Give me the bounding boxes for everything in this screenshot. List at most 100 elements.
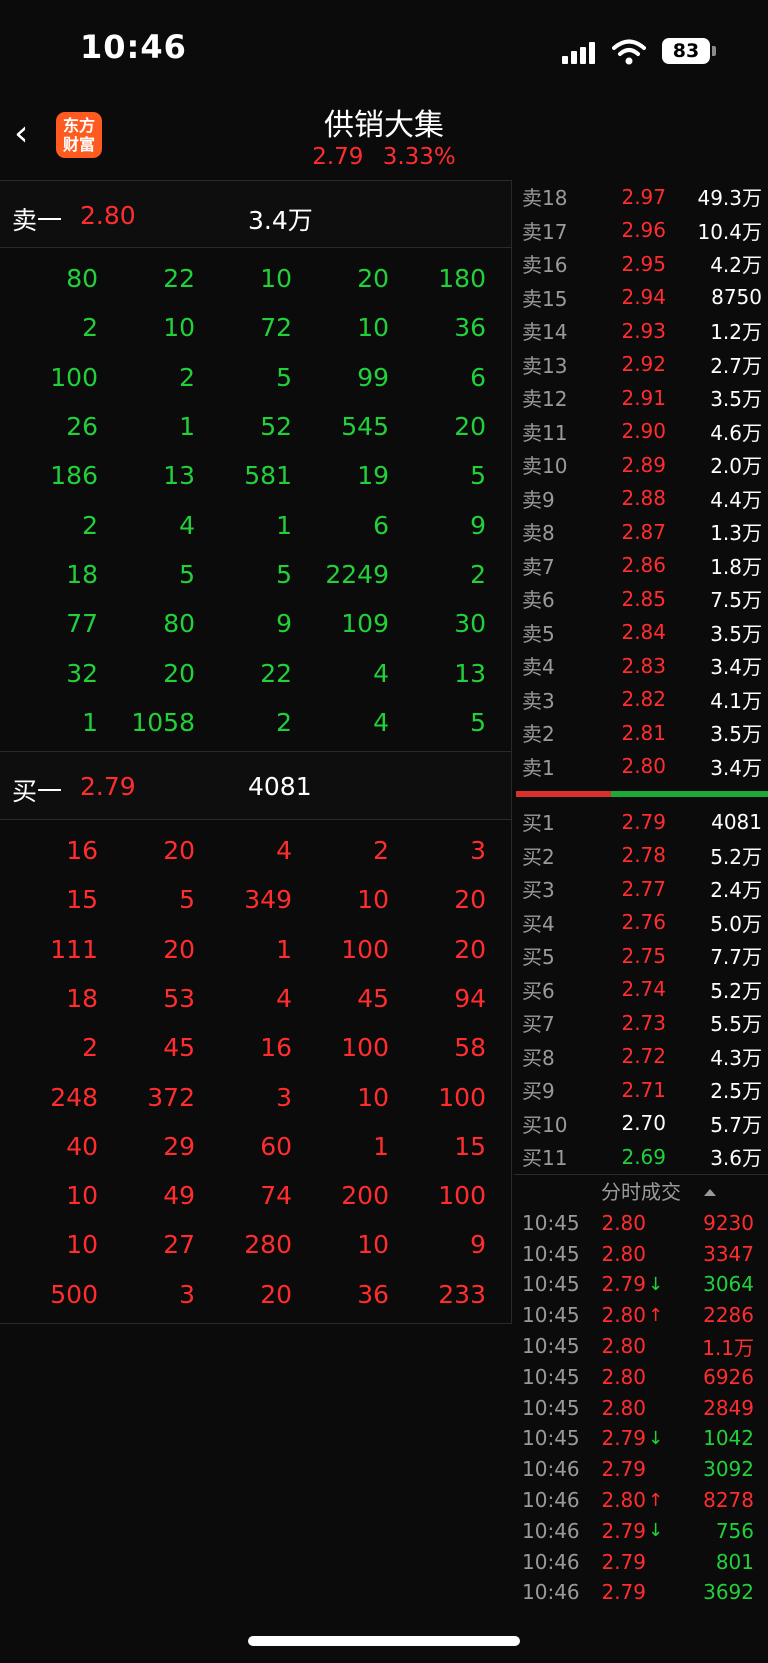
buy-level-price: 2.71 (621, 1077, 666, 1102)
order-size-cell: 60 (260, 1131, 292, 1161)
sell-level-row[interactable]: 卖4 2.83 3.4万 (514, 649, 768, 683)
order-size-cell: 9 (470, 1230, 486, 1260)
order-size-cell: 10 (66, 1181, 98, 1211)
trade-row: 10:46 2.80 ↑ 8278 (514, 1485, 768, 1516)
buy-level-row[interactable]: 买1 2.79 4081 (514, 805, 768, 839)
sell-level-row[interactable]: 卖9 2.88 4.4万 (514, 482, 768, 516)
sell-level-row[interactable]: 卖13 2.92 2.7万 (514, 348, 768, 382)
buy-level-label: 买9 (522, 1079, 555, 1104)
sell-level-row[interactable]: 卖18 2.97 49.3万 (514, 180, 768, 214)
order-size-cell: 94 (454, 984, 486, 1013)
sell-level-row[interactable]: 卖14 2.93 1.2万 (514, 314, 768, 348)
battery-icon: 83 (662, 38, 710, 64)
order-size-cell: 77 (66, 609, 98, 639)
sell-level-row[interactable]: 卖17 2.96 10.4万 (514, 214, 768, 248)
order-size-cell: 186 (50, 461, 98, 491)
buy-level-row[interactable]: 买2 2.78 5.2万 (514, 839, 768, 873)
order-queue-panel: 卖一 2.80 3.4万 80 22 10 20 180 2 10 72 10 36 100 2 5 99… (0, 180, 512, 1324)
buy-level-row[interactable]: 买4 2.76 5.0万 (514, 906, 768, 940)
order-size-cell: 100 (438, 1082, 486, 1112)
trade-volume: 3064 (703, 1272, 754, 1297)
order-size-cell: 1 (276, 510, 292, 540)
trade-volume: 1042 (703, 1426, 754, 1451)
ask1-summary[interactable]: 卖一 2.80 3.4万 (0, 180, 512, 248)
order-queue-row: 10 49 74 200 100 (0, 1171, 511, 1220)
sell-level-price: 2.86 (621, 553, 666, 578)
order-queue-row: 248 372 3 10 100 (0, 1072, 511, 1121)
order-queue-row: 15 5 349 10 20 (0, 875, 511, 924)
buy-level-label: 买4 (522, 911, 555, 936)
order-size-cell: 10 (163, 313, 195, 343)
order-size-cell: 72 (260, 313, 292, 343)
trade-price: 2.79 (601, 1272, 646, 1297)
sell-level-row[interactable]: 卖16 2.95 4.2万 (514, 247, 768, 281)
trade-row: 10:45 2.80 ↑ 2286 (514, 1300, 768, 1331)
buy-level-row[interactable]: 买5 2.75 7.7万 (514, 939, 768, 973)
trade-time: 10:45 (522, 1272, 580, 1297)
cellular-signal-icon (562, 42, 596, 64)
buy-level-row[interactable]: 买3 2.77 2.4万 (514, 872, 768, 906)
sell-level-label: 卖6 (522, 588, 555, 613)
sell-level-row[interactable]: 卖7 2.86 1.8万 (514, 549, 768, 583)
buy-level-volume: 2.4万 (710, 878, 762, 903)
sell-level-row[interactable]: 卖3 2.82 4.1万 (514, 683, 768, 717)
order-queue-row: 16 20 4 2 3 (0, 826, 511, 875)
buy-level-row[interactable]: 买6 2.74 5.2万 (514, 973, 768, 1007)
sell-level-row[interactable]: 卖1 2.80 3.4万 (514, 750, 768, 784)
trades-header[interactable]: 分时成交 (514, 1173, 768, 1208)
order-size-cell: 22 (260, 658, 292, 688)
buy-level-row[interactable]: 买10 2.70 5.7万 (514, 1107, 768, 1141)
sell-level-row[interactable]: 卖2 2.81 3.5万 (514, 716, 768, 750)
arrow-up-icon: ↑ (648, 1489, 664, 1511)
order-size-cell: 2 (82, 510, 98, 540)
home-indicator[interactable] (248, 1636, 520, 1646)
sell-level-row[interactable]: 卖15 2.94 8750 (514, 281, 768, 315)
buy-level-row[interactable]: 买11 2.69 3.6万 (514, 1140, 768, 1174)
sell-level-row[interactable]: 卖10 2.89 2.0万 (514, 448, 768, 482)
buy-level-row[interactable]: 买7 2.73 5.5万 (514, 1006, 768, 1040)
sell-level-volume: 2.0万 (710, 454, 762, 479)
buy-level-row[interactable]: 买8 2.72 4.3万 (514, 1040, 768, 1074)
order-size-cell: 200 (341, 1181, 389, 1211)
trade-time: 10:45 (522, 1241, 580, 1266)
buy-level-price: 2.77 (621, 876, 666, 901)
order-size-cell: 10 (66, 1230, 98, 1260)
order-size-cell: 4 (373, 658, 389, 688)
trade-time: 10:46 (522, 1549, 580, 1574)
sell-level-volume: 49.3万 (697, 186, 762, 211)
buy-level-price: 2.75 (621, 943, 666, 968)
order-size-cell: 349 (244, 885, 292, 915)
buy-level-row[interactable]: 买9 2.71 2.5万 (514, 1073, 768, 1107)
order-size-cell: 58 (454, 1033, 486, 1063)
order-size-cell: 13 (163, 461, 195, 491)
order-size-cell: 1 (276, 934, 292, 964)
trade-row: 10:45 2.79 ↓ 1042 (514, 1423, 768, 1454)
order-size-cell: 19 (357, 461, 389, 491)
trade-price: 2.79 (601, 1457, 646, 1482)
order-size-cell: 9 (470, 510, 486, 540)
sell-level-volume: 1.2万 (710, 320, 762, 345)
sell-level-volume: 4.1万 (710, 688, 762, 713)
trade-volume: 3092 (703, 1457, 754, 1482)
stock-quote: 2.79 3.33% (0, 144, 768, 170)
trade-time: 10:45 (522, 1364, 580, 1389)
battery-tip (712, 46, 716, 56)
buy-level-price: 2.70 (621, 1111, 666, 1136)
sell-level-row[interactable]: 卖8 2.87 1.3万 (514, 515, 768, 549)
sell-level-row[interactable]: 卖12 2.91 3.5万 (514, 381, 768, 415)
order-size-cell: 2 (373, 836, 389, 866)
ask1-order-queue: 80 22 10 20 180 2 10 72 10 36 100 2 5 99 6 26 1 52 545 20 18… (0, 248, 512, 752)
order-size-cell: 372 (147, 1082, 195, 1112)
sell-level-row[interactable]: 卖11 2.90 4.6万 (514, 415, 768, 449)
sell-level-row[interactable]: 卖6 2.85 7.5万 (514, 582, 768, 616)
order-size-cell: 22 (163, 264, 195, 294)
buy-sell-ratio-bar (516, 791, 768, 797)
order-size-cell: 10 (357, 1230, 389, 1260)
order-size-cell: 100 (341, 1033, 389, 1063)
order-size-cell: 1 (82, 707, 98, 737)
order-size-cell: 100 (341, 934, 389, 964)
bid1-summary[interactable]: 买一 2.79 4081 (0, 751, 512, 820)
sell-level-row[interactable]: 卖5 2.84 3.5万 (514, 616, 768, 650)
order-size-cell: 30 (454, 609, 486, 639)
sell-level-volume: 2.7万 (710, 353, 762, 378)
